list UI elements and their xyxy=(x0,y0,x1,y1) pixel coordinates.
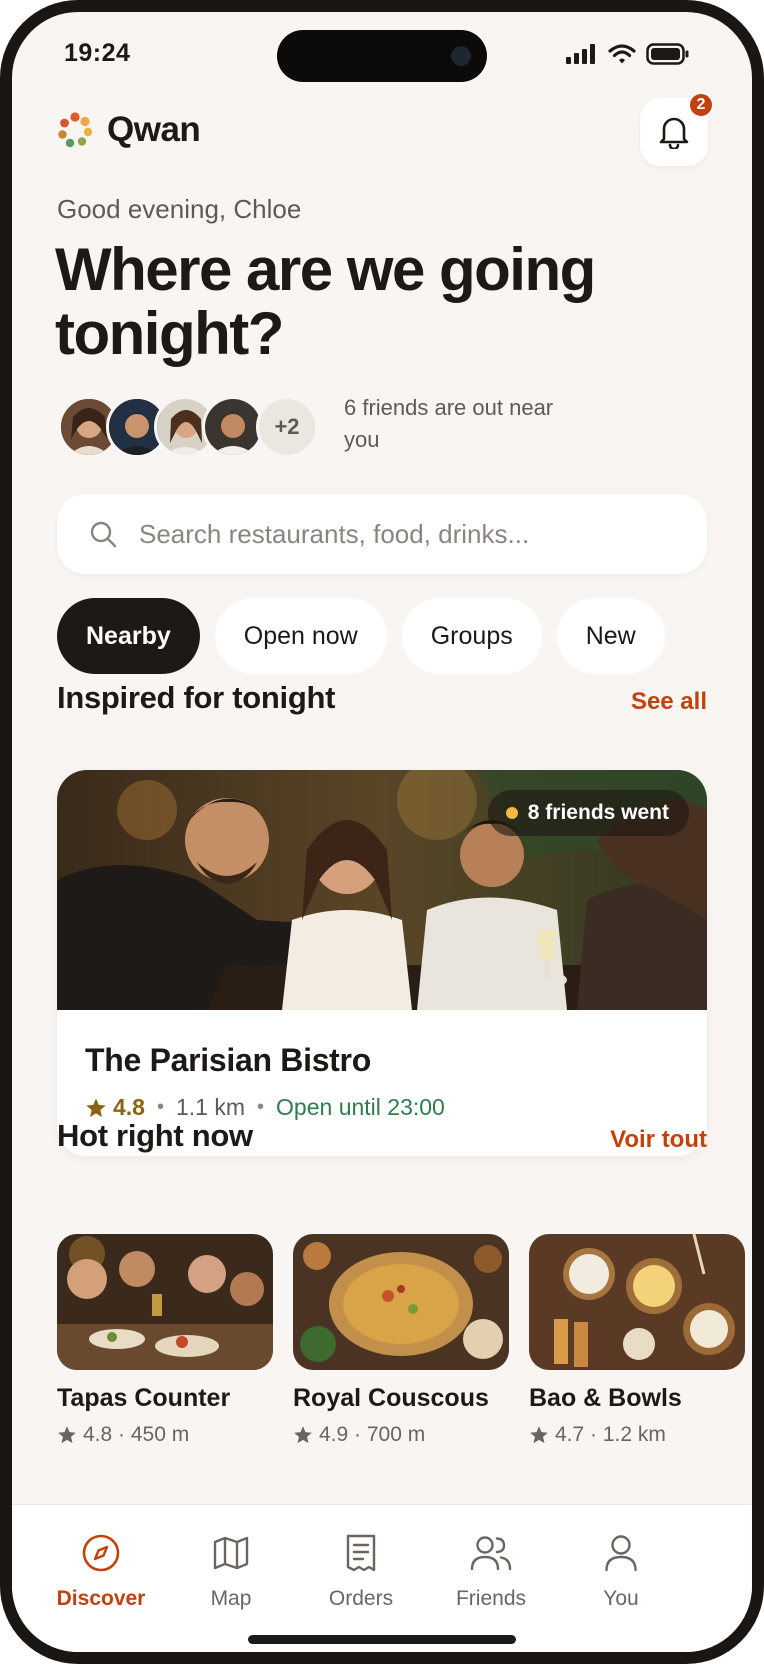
hot-name: Royal Couscous xyxy=(293,1384,489,1412)
hot-name: Tapas Counter xyxy=(57,1384,231,1412)
tab-label: You xyxy=(603,1587,639,1610)
see-all-link[interactable]: See all xyxy=(631,688,707,716)
featured-restaurant-card[interactable]: 8 friends went The Parisian Bistro 4.8 •… xyxy=(57,770,707,1156)
status-time: 19:24 xyxy=(64,39,131,67)
user-icon xyxy=(605,1535,637,1572)
chip-new[interactable]: New xyxy=(556,598,665,674)
tab-you[interactable]: You xyxy=(556,1531,686,1611)
chip-nearby[interactable]: Nearby xyxy=(57,598,200,674)
status-bar: 19:24 xyxy=(12,12,752,92)
search-icon xyxy=(90,521,117,548)
separator: • xyxy=(257,1096,265,1118)
bell-icon xyxy=(659,117,689,149)
restaurant-photo: 8 friends went xyxy=(57,770,707,1010)
friends-nearby-text: 6 friends are out near you xyxy=(344,395,554,452)
more-friends-count: +2 xyxy=(256,396,318,458)
receipt-icon xyxy=(346,1534,376,1572)
tab-bar: Discover Map Orders Friends You xyxy=(12,1504,752,1652)
notification-badge: 2 xyxy=(688,92,714,118)
tab-friends[interactable]: Friends xyxy=(426,1531,556,1611)
hot-meta-text: 4.9 · 700 m xyxy=(319,1423,426,1446)
home-indicator[interactable] xyxy=(248,1635,516,1644)
chip-groups[interactable]: Groups xyxy=(401,598,542,674)
map-icon xyxy=(213,1536,249,1570)
restaurant-name: The Parisian Bistro xyxy=(85,1042,371,1078)
brand: Qwan xyxy=(57,110,201,150)
hot-meta: 4.9 · 700 m xyxy=(293,1423,509,1447)
badge-dot xyxy=(505,807,518,819)
hot-name: Bao & Bowls xyxy=(529,1384,682,1412)
wifi-icon xyxy=(608,43,636,63)
restaurant-meta: 4.8 • 1.1 km • Open until 23:00 xyxy=(85,1094,445,1121)
hot-card-couscous[interactable]: Royal Couscous 4.9 · 700 m xyxy=(293,1234,509,1447)
signal-icon xyxy=(566,44,595,64)
section-title-inspired: Inspired for tonight xyxy=(57,680,336,715)
phone-frame: 19:24 Qwan 2 Good evening, Chloe Where a… xyxy=(0,0,764,1664)
bao-photo xyxy=(529,1234,745,1370)
tab-label: Orders xyxy=(328,1587,394,1610)
camera-icon xyxy=(451,46,471,66)
notifications-button[interactable]: 2 xyxy=(640,92,714,166)
search-placeholder: Search restaurants, food, drinks... xyxy=(139,518,530,549)
hot-meta: 4.8 · 450 m xyxy=(57,1423,273,1447)
page-title: Where are we going tonight? xyxy=(55,236,596,367)
couscous-photo xyxy=(293,1234,509,1370)
star-icon xyxy=(86,1097,106,1117)
hot-card-tapas[interactable]: Tapas Counter 4.8 · 450 m xyxy=(57,1234,273,1447)
filter-chips: Nearby Open now Groups New xyxy=(57,598,665,674)
star-icon xyxy=(530,1426,548,1444)
tapas-photo xyxy=(57,1234,273,1370)
separator: • xyxy=(156,1096,164,1118)
hot-meta-text: 4.8 · 450 m xyxy=(83,1423,190,1446)
section-title-hot: Hot right now xyxy=(57,1118,253,1153)
rating-value: 4.8 xyxy=(113,1094,145,1120)
hot-list: Tapas Counter 4.8 · 450 m Royal Couscous… xyxy=(57,1234,745,1447)
greeting: Good evening, Chloe xyxy=(57,194,302,224)
rating: 4.8 xyxy=(85,1094,145,1121)
tab-label: Discover xyxy=(56,1587,146,1610)
tab-label: Friends xyxy=(455,1587,527,1610)
friends-went-label: 8 friends went xyxy=(527,801,669,824)
opening-hours: Open until 23:00 xyxy=(276,1094,445,1120)
tab-label: Map xyxy=(210,1587,252,1610)
hot-meta-text: 4.7 · 1.2 km xyxy=(555,1423,666,1446)
avatar xyxy=(202,396,264,458)
battery-icon xyxy=(646,43,689,65)
compass-icon xyxy=(82,1534,120,1572)
tab-orders[interactable]: Orders xyxy=(296,1531,426,1611)
users-icon xyxy=(470,1536,512,1571)
dynamic-island xyxy=(277,30,487,82)
hot-card-bao[interactable]: Bao & Bowls 4.7 · 1.2 km xyxy=(529,1234,745,1447)
star-icon xyxy=(294,1426,312,1444)
search-input[interactable]: Search restaurants, food, drinks... xyxy=(57,494,707,574)
app-name: Qwan xyxy=(107,110,201,149)
chip-open-now[interactable]: Open now xyxy=(214,598,387,674)
distance: 1.1 km xyxy=(176,1094,246,1120)
tab-discover[interactable]: Discover xyxy=(36,1531,166,1611)
voir-tout-link[interactable]: Voir tout xyxy=(610,1126,707,1154)
logo-icon xyxy=(58,112,93,148)
star-icon xyxy=(58,1426,76,1444)
tab-map[interactable]: Map xyxy=(166,1531,296,1611)
hot-meta: 4.7 · 1.2 km xyxy=(529,1423,745,1447)
friend-avatars[interactable]: +2 xyxy=(58,396,328,458)
status-icons xyxy=(566,43,690,65)
app-screen: 19:24 Qwan 2 Good evening, Chloe Where a… xyxy=(12,12,752,1652)
friends-went-badge: 8 friends went xyxy=(487,790,689,836)
